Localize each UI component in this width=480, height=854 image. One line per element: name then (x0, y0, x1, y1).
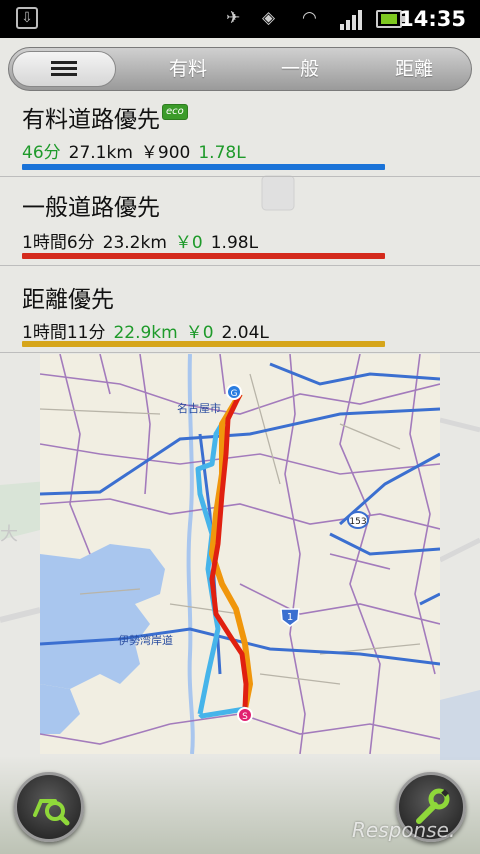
divider (0, 352, 480, 353)
route-search-button[interactable] (14, 772, 84, 842)
eco-badge: eco (162, 104, 188, 120)
route-color-bar-red (22, 253, 385, 259)
route-distance: 22.9km (113, 323, 178, 343)
tab-distance[interactable]: 距離 (359, 48, 469, 90)
route-153-label: 153 (349, 517, 366, 527)
route-fuel: 1.78L (198, 143, 246, 163)
city-label: 名古屋市 (177, 401, 221, 415)
route-item-toll-priority[interactable]: 有料道路優先 eco 46分 27.1km ￥900 1.78L (0, 92, 480, 178)
route-fuel: 2.04L (221, 323, 269, 343)
route-time: 46分 (22, 143, 61, 163)
tab-general[interactable]: 一般 (245, 48, 355, 90)
gps-icon: ✈ (226, 8, 241, 28)
route-color-bar-yellow (22, 341, 385, 347)
list-icon (51, 61, 77, 77)
route-time: 1時間11分 (22, 323, 106, 343)
clock: 14:35 (399, 7, 466, 31)
route-color-bar-blue (22, 164, 385, 170)
route-stats: 1時間6分 23.2km ￥0 1.98L (22, 228, 266, 253)
route-name: 一般道路優先 (22, 195, 160, 221)
route-toll: ￥0 (185, 323, 214, 343)
download-icon: ⇩ (16, 7, 38, 29)
svg-text:大: 大 (0, 524, 18, 545)
route-stats: 46分 27.1km ￥900 1.78L (22, 138, 254, 163)
watermark-logo: Response. (352, 818, 456, 842)
route-item-general-priority[interactable]: 一般道路優先 1時間6分 23.2km ￥0 1.98L (0, 180, 480, 266)
route-name: 距離優先 (22, 287, 114, 313)
start-marker-label: S (242, 712, 248, 722)
divider (0, 176, 480, 177)
status-bar: ⇩ ✈ ◈ ◠ 14:35 (0, 0, 480, 38)
signal-icon (340, 10, 364, 30)
expressway-label: 伊勢湾岸道 (118, 633, 173, 647)
route-fuel: 1.98L (210, 233, 259, 253)
tab-list[interactable] (12, 51, 116, 87)
tab-toll[interactable]: 有料 (133, 48, 243, 90)
divider (0, 265, 480, 266)
route-overview-map[interactable]: 153 1 名古屋市 伊勢湾岸道 G S (40, 354, 440, 754)
route-item-distance-priority[interactable]: 距離優先 1時間11分 22.9km ￥0 2.04L (0, 268, 480, 354)
goal-marker-label: G (231, 389, 238, 399)
route-1-label: 1 (287, 612, 293, 623)
route-name: 有料道路優先 eco (22, 100, 188, 134)
route-stats: 1時間11分 22.9km ￥0 2.04L (22, 318, 277, 343)
vibrate-icon: ◈ (262, 8, 276, 28)
route-search-icon (33, 799, 70, 826)
route-time: 1時間6分 (22, 233, 95, 253)
route-distance: 27.1km (68, 143, 133, 163)
route-type-tabs: 有料 一般 距離 (8, 47, 472, 91)
route-toll: ￥900 (140, 143, 191, 163)
wifi-icon: ◠ (302, 8, 317, 28)
battery-icon (376, 10, 405, 28)
route-toll: ￥0 (174, 233, 203, 253)
route-distance: 23.2km (102, 233, 167, 253)
